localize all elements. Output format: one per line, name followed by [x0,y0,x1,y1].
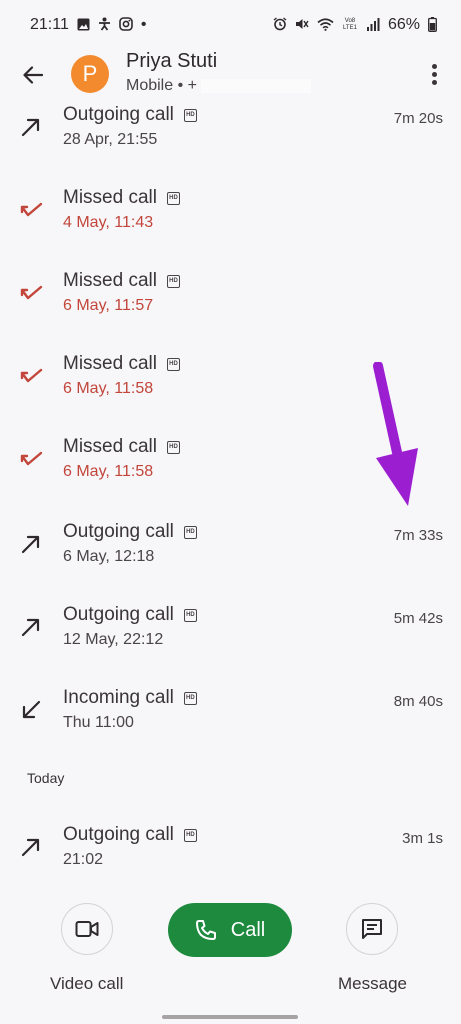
call-type: Missed call HD [63,353,180,375]
avatar[interactable]: P [71,55,109,93]
call-timestamp: 6 May, 12:18 [63,548,155,565]
call-type-label: Missed call [63,353,157,374]
call-history-row[interactable]: Missed call HD 6 May, 11:57 [0,266,461,346]
alarm-icon [273,17,287,33]
video-call-label: Video call [50,974,124,993]
status-time: 21:11 [30,16,69,33]
hd-voice-icon: HD [166,191,180,205]
call-timestamp: 6 May, 11:58 [63,380,154,397]
call-type-label: Incoming call [63,687,174,708]
volte-icon: Vo8 LTE1 [343,18,357,31]
instagram-icon [119,17,133,33]
message-icon [362,919,382,939]
call-history-row[interactable]: Outgoing call HD 6 May, 12:18 7m 33s [0,517,461,597]
more-dot-icon [431,71,437,77]
more-dot-icon [431,79,437,85]
status-left: 21:11 • [30,16,146,34]
call-type-label: Missed call [63,270,157,291]
section-today-label: Today [27,770,65,786]
call-timestamp: 28 Apr, 21:55 [63,131,158,148]
battery-icon [428,16,437,34]
hd-voice-icon: HD [166,440,180,454]
call-button[interactable]: Call [168,903,292,957]
battery-percent: 66% [387,16,420,33]
gallery-icon [77,18,90,33]
missed-call-icon [20,199,43,221]
outgoing-call-icon [20,616,42,638]
message-button[interactable] [346,903,398,955]
mute-icon [295,17,309,33]
call-type-label: Outgoing call [63,104,174,125]
call-type: Missed call HD [63,187,180,209]
status-right: Vo8 LTE1 66% [273,16,437,34]
call-type-label: Outgoing call [63,604,174,625]
call-timestamp: 4 May, 11:43 [63,214,154,231]
wifi-icon [317,17,334,33]
call-type: Incoming call HD [63,687,197,709]
outgoing-call-icon [20,116,42,138]
call-button-label: Call [230,918,266,941]
call-duration: 5m 42s [393,610,443,627]
call-timestamp: 21:02 [63,851,104,868]
call-type: Outgoing call HD [63,604,197,626]
call-timestamp: 6 May, 11:58 [63,463,154,480]
phone-icon [195,920,216,940]
outgoing-call-icon [20,533,42,555]
call-type: Outgoing call HD [63,521,197,543]
call-history-row[interactable]: Incoming call HD Thu 11:00 8m 40s [0,683,461,763]
contact-name: Priya Stuti [126,50,218,72]
call-timestamp: Thu 11:00 [63,714,134,731]
video-call-button[interactable] [61,903,113,955]
call-type-label: Outgoing call [63,521,174,542]
more-dot-icon [431,63,437,69]
hd-voice-icon: HD [166,357,180,371]
contact-number: Mobile • + [126,77,312,95]
hd-voice-icon: HD [183,691,197,705]
status-bar: 21:11 • Vo8 LTE1 66% [0,0,461,50]
video-camera-icon [75,921,99,937]
call-type: Missed call HD [63,270,180,292]
hd-voice-icon: HD [183,828,197,842]
call-history-row[interactable]: Outgoing call HD 28 Apr, 21:55 7m 20s [0,100,461,180]
hd-voice-icon: HD [183,525,197,539]
call-duration: 7m 33s [393,527,443,544]
call-history-row[interactable]: Outgoing call HD 12 May, 22:12 5m 42s [0,600,461,680]
call-duration: 8m 40s [393,693,443,710]
hd-voice-icon: HD [166,274,180,288]
bottom-action-bar: Video call Call Message [0,895,461,1024]
call-type-label: Outgoing call [63,824,174,845]
call-type: Outgoing call HD [63,824,197,846]
incoming-call-icon [20,699,42,721]
redacted-number [201,78,312,93]
call-duration: 7m 20s [393,110,443,127]
more-options-button[interactable] [422,60,446,88]
call-type-label: Missed call [63,436,157,457]
signal-icon [366,17,380,33]
call-history-row[interactable]: Missed call HD 4 May, 11:43 [0,183,461,263]
call-timestamp: 12 May, 22:12 [63,631,164,648]
call-type-label: Missed call [63,187,157,208]
call-type: Missed call HD [63,436,180,458]
back-arrow-icon [23,66,43,84]
back-button[interactable] [18,60,48,90]
missed-call-icon [20,282,43,304]
status-dot: • [140,16,147,33]
call-timestamp: 6 May, 11:57 [63,297,154,314]
missed-call-icon [20,448,43,470]
contact-header: P Priya Stuti Mobile • + [0,50,461,100]
hd-voice-icon: HD [183,108,197,122]
call-history-row[interactable]: Outgoing call HD 21:02 3m 1s [0,820,461,900]
home-indicator[interactable] [162,1015,298,1019]
call-duration: 3m 1s [402,830,443,847]
accessibility-icon [98,17,111,33]
message-label: Message [338,974,407,993]
missed-call-icon [20,365,43,387]
annotation-arrow-icon [373,362,418,506]
hd-voice-icon: HD [183,608,197,622]
outgoing-call-icon [20,836,42,858]
call-type: Outgoing call HD [63,104,197,126]
contact-number-label: Mobile • + [126,77,197,94]
